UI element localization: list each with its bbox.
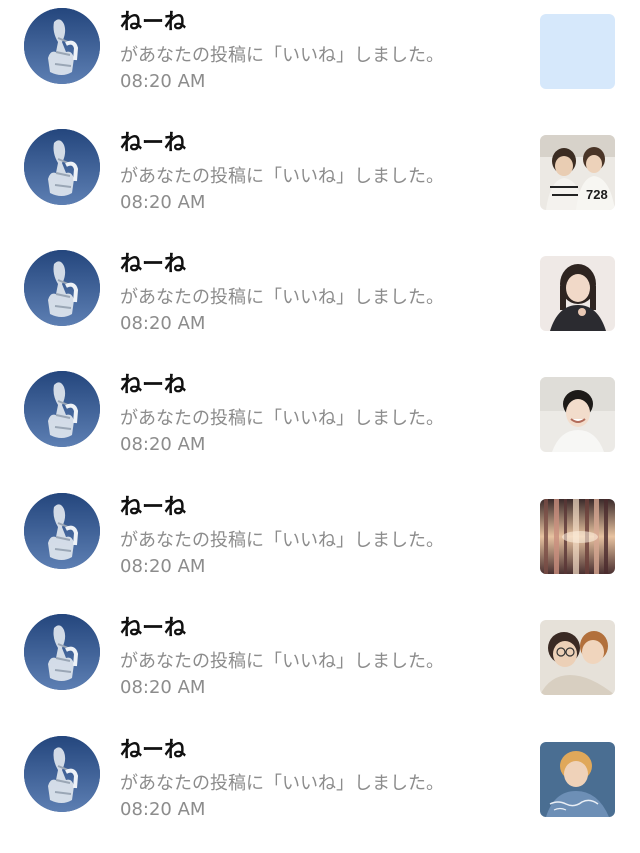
notification-row[interactable]: ねーね があなたの投稿に「いいね」しました。 08:20 AM (0, 489, 640, 589)
timestamp: 08:20 AM (120, 556, 206, 577)
notification-message: があなたの投稿に「いいね」しました。 (120, 166, 444, 187)
notification-message: があなたの投稿に「いいね」しました。 (120, 651, 444, 672)
user-name[interactable]: ねーね (120, 738, 186, 764)
post-thumbnail[interactable] (540, 14, 615, 89)
post-thumbnail[interactable] (540, 620, 615, 695)
avatar[interactable] (24, 614, 100, 690)
notification-message: があなたの投稿に「いいね」しました。 (120, 45, 444, 66)
post-thumbnail[interactable] (540, 742, 615, 817)
user-name[interactable]: ねーね (120, 10, 186, 36)
user-name[interactable]: ねーね (120, 131, 186, 157)
avatar[interactable] (24, 8, 100, 84)
notification-row[interactable]: ねーね があなたの投稿に「いいね」しました。 08:20 AM (0, 367, 640, 467)
notification-row[interactable]: ねーね があなたの投稿に「いいね」しました。 08:20 AM (0, 246, 640, 346)
post-thumbnail[interactable] (540, 377, 615, 452)
notification-message: があなたの投稿に「いいね」しました。 (120, 530, 444, 551)
notification-message: があなたの投稿に「いいね」しました。 (120, 408, 444, 429)
user-name[interactable]: ねーね (120, 373, 186, 399)
user-name[interactable]: ねーね (120, 252, 186, 278)
notification-row[interactable]: ねーね があなたの投稿に「いいね」しました。 08:20 AM (0, 732, 640, 832)
notification-message: があなたの投稿に「いいね」しました。 (120, 287, 444, 308)
notification-row[interactable]: ねーね があなたの投稿に「いいね」しました。 08:20 AM 728 (0, 125, 640, 225)
avatar[interactable] (24, 493, 100, 569)
timestamp: 08:20 AM (120, 313, 206, 334)
avatar[interactable] (24, 371, 100, 447)
post-thumbnail[interactable] (540, 499, 615, 574)
timestamp: 08:20 AM (120, 677, 206, 698)
post-thumbnail[interactable] (540, 256, 615, 331)
timestamp: 08:20 AM (120, 434, 206, 455)
avatar[interactable] (24, 250, 100, 326)
notification-row[interactable]: ねーね があなたの投稿に「いいね」しました。 08:20 AM (0, 610, 640, 710)
timestamp: 08:20 AM (120, 71, 206, 92)
user-name[interactable]: ねーね (120, 616, 186, 642)
user-name[interactable]: ねーね (120, 495, 186, 521)
timestamp: 08:20 AM (120, 799, 206, 820)
notification-row[interactable]: ねーね があなたの投稿に「いいね」しました。 08:20 AM (0, 4, 640, 104)
post-thumbnail[interactable]: 728 (540, 135, 615, 210)
notification-list: ねーね があなたの投稿に「いいね」しました。 08:20 AM ねーね があなた… (0, 0, 640, 853)
avatar[interactable] (24, 736, 100, 812)
avatar[interactable] (24, 129, 100, 205)
timestamp: 08:20 AM (120, 192, 206, 213)
svg-text:728: 728 (586, 187, 608, 202)
notification-message: があなたの投稿に「いいね」しました。 (120, 773, 444, 794)
